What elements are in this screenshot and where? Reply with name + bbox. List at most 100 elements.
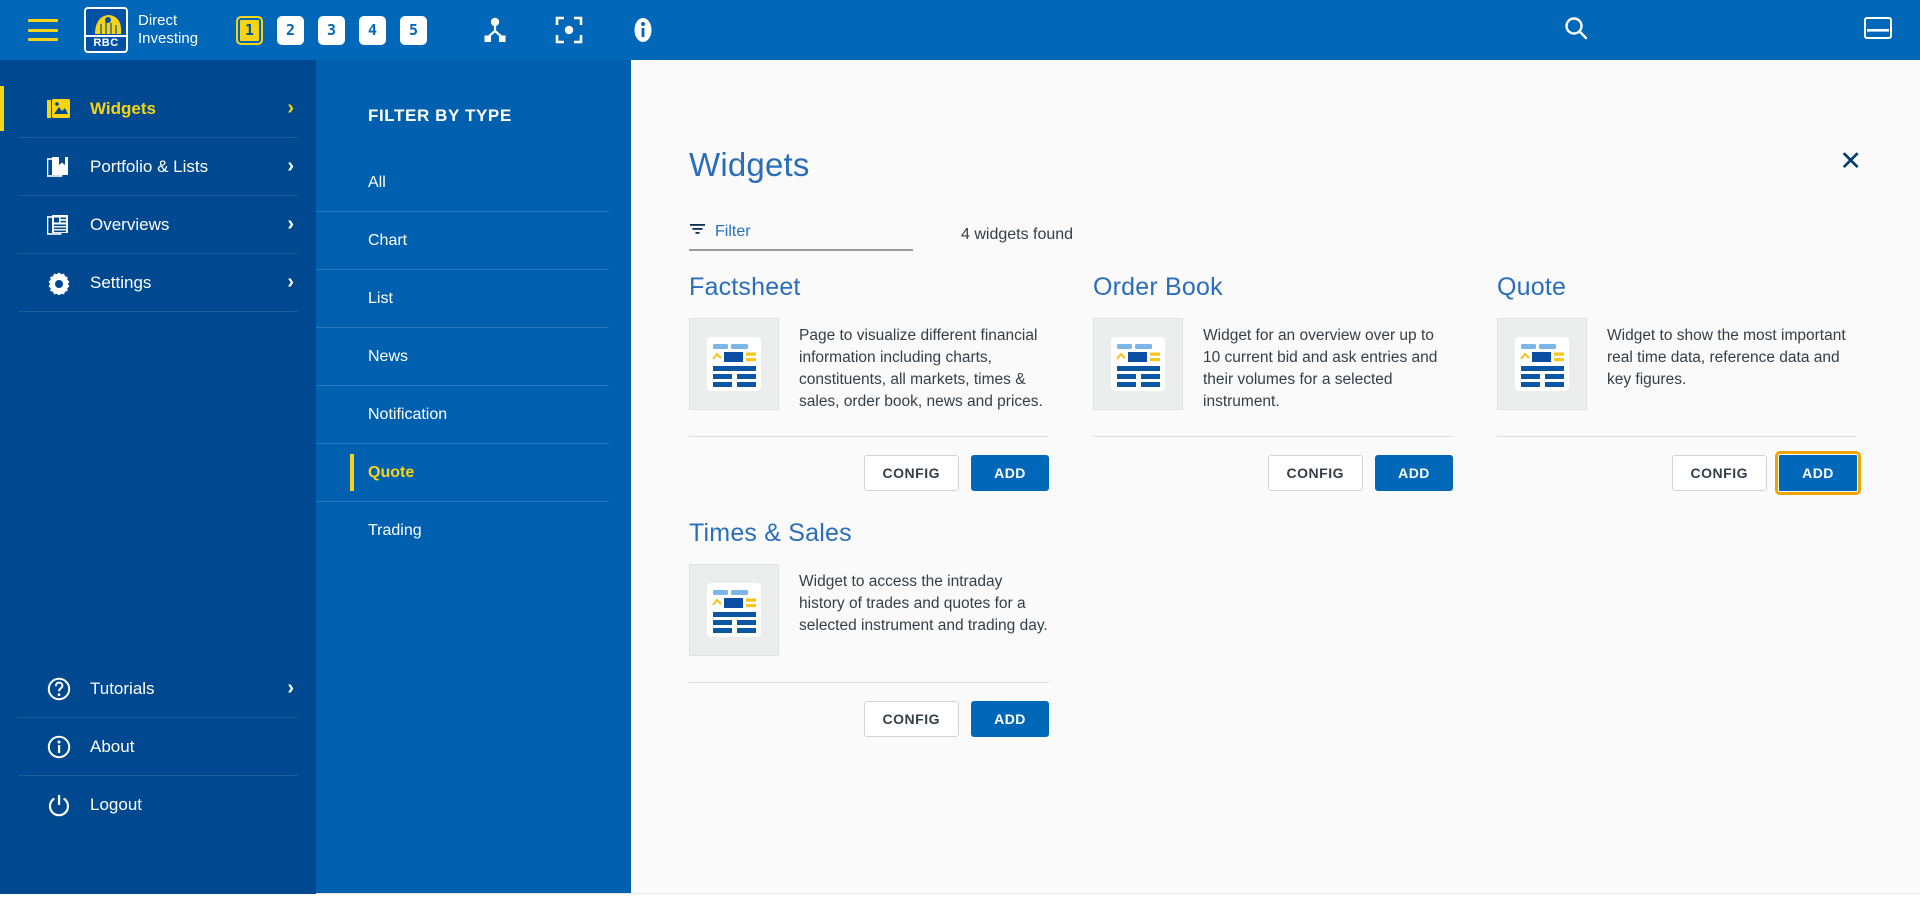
widget-card-body: Page to visualize different financial in… [689,318,1049,418]
widget-card: Quote Widget to show the most important … [1497,273,1861,495]
info-icon[interactable] [629,16,657,44]
filter-item-chart[interactable]: Chart [316,212,609,270]
widget-card-body: Widget to access the intraday history of… [689,564,1049,664]
widget-card-grid: Factsheet Page to visualize different fi… [631,251,1920,765]
widget-card-body: Widget to show the most important real t… [1497,318,1857,418]
sidebar-item-label: Portfolio & Lists [90,156,209,176]
results-count-label: 4 widgets found [961,226,1074,243]
filter-icon [689,222,706,242]
search-icon[interactable] [1563,15,1589,46]
page-tab-1[interactable]: 1 [236,15,264,45]
brand-name: Direct Investing [138,12,198,48]
page-tab-3[interactable]: 3 [318,15,346,45]
sidebar-item-label: Tutorials [90,678,155,698]
question-circle-icon [44,677,74,701]
gear-icon [44,271,74,295]
topbar-right-group [1563,15,1920,46]
filter-item-label: News [368,347,409,365]
filter-item-trading[interactable]: Trading [316,502,609,560]
add-button[interactable]: ADD [1775,451,1861,495]
rbc-logo-text: RBC [93,37,119,49]
sidebar-item-label: Logout [90,795,142,814]
close-icon[interactable]: ✕ [1839,148,1862,175]
filter-item-label: Quote [368,463,415,481]
filter-item-label: All [368,173,386,191]
active-marker [0,782,4,828]
sidebar-item-settings[interactable]: Settings › [18,254,298,312]
active-marker [0,666,4,711]
add-button[interactable]: ADD [1375,455,1453,491]
widget-card: Factsheet Page to visualize different fi… [689,273,1049,491]
add-button[interactable]: ADD [971,455,1049,491]
filter-item-all[interactable]: All [316,154,609,212]
widget-card-description: Widget to access the intraday history of… [799,573,1048,634]
chevron-right-icon: › [287,271,294,293]
chevron-right-icon: › [287,155,294,177]
page-tab-5[interactable]: 5 [400,15,428,45]
widget-card-body: Widget for an overview over up to 10 cur… [1093,318,1453,418]
sidebar-item-portfolio-lists[interactable]: Portfolio & Lists › [18,138,298,196]
add-button[interactable]: ADD [971,701,1049,737]
brand-logo[interactable]: RBC Direct Investing [84,7,198,53]
hamburger-menu-icon[interactable] [28,19,58,41]
widget-card-actions: CONFIG ADD [1093,436,1453,491]
chevron-right-icon: › [287,97,294,119]
left-sidebar: Widgets › Portfolio & Lists › Overviews … [0,60,316,902]
widget-card-title: Order Book [1093,273,1223,301]
rbc-shield-logo-icon: RBC [84,7,128,53]
widget-preview-icon [689,564,779,656]
filter-input[interactable]: Filter [689,222,913,251]
widget-preview-icon [689,318,779,410]
widget-preview-icon [1497,318,1587,410]
filter-item-notification[interactable]: Notification [316,386,609,444]
active-marker [350,338,354,375]
page-tab-4[interactable]: 4 [359,15,387,45]
info-circle-icon [44,735,74,759]
filter-panel-title: FILTER BY TYPE [368,106,512,125]
image-widgets-icon [44,98,74,120]
config-button[interactable]: CONFIG [1671,455,1767,491]
active-marker [350,454,354,491]
main-content: ✕ Widgets Filter 4 widgets found Factshe… [631,60,1920,902]
filter-item-quote[interactable]: Quote [316,444,609,502]
widget-card-title: Quote [1497,273,1567,301]
active-marker [0,144,4,189]
sidebar-item-logout[interactable]: Logout [18,776,298,834]
layout-panel-icon[interactable] [1864,16,1892,44]
config-button[interactable]: CONFIG [1267,455,1363,491]
filter-item-label: List [368,289,393,307]
sidebar-item-about[interactable]: About [18,718,298,776]
chevron-right-icon: › [287,213,294,235]
filter-item-label: Chart [368,231,408,249]
config-button[interactable]: CONFIG [863,701,959,737]
app-root: RBC Direct Investing 1 2 3 4 5 Widgets ›… [0,0,1920,902]
sidebar-item-tutorials[interactable]: Tutorials › [18,660,298,718]
widget-card-title: Factsheet [689,273,801,301]
sidebar-item-widgets[interactable]: Widgets › [0,80,298,138]
widget-preview-icon [1093,318,1183,410]
filter-item-list[interactable]: List [316,270,609,328]
widget-card-description: Widget for an overview over up to 10 cur… [1203,327,1438,410]
link-node-icon[interactable] [481,16,509,44]
focus-target-icon[interactable] [555,16,583,44]
sidebar-item-overviews[interactable]: Overviews › [18,196,298,254]
active-marker [0,202,4,247]
page-title: Widgets [689,146,810,183]
page-tabs: 1 2 3 4 5 [236,15,428,45]
active-marker [350,164,354,201]
widget-card-description: Page to visualize different financial in… [799,327,1043,410]
active-marker [350,512,354,550]
sidebar-item-label: About [90,736,135,756]
power-icon [44,793,74,817]
overviews-pages-icon [44,214,74,236]
sidebar-item-label: Settings [90,272,152,292]
config-button[interactable]: CONFIG [863,455,959,491]
toolbar-icons [481,16,657,44]
filter-item-label: Trading [368,522,422,539]
filter-item-news[interactable]: News [316,328,609,386]
widget-card-actions: CONFIG ADD [689,682,1049,737]
active-marker [0,260,4,305]
page-tab-2[interactable]: 2 [277,15,305,45]
filter-by-type-panel: FILTER BY TYPE All Chart List News Notif… [316,60,631,902]
